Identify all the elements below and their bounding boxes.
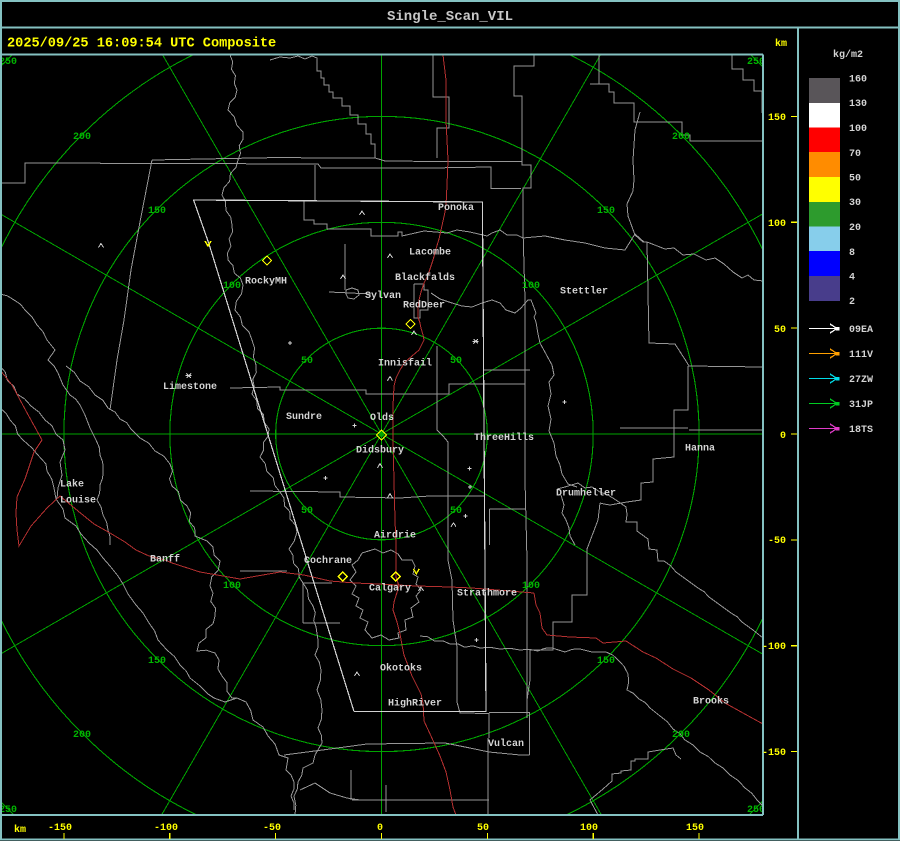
svg-text:Louise: Louise bbox=[60, 495, 96, 507]
svg-text:Calgary: Calgary bbox=[369, 583, 411, 595]
svg-text:km: km bbox=[14, 824, 26, 836]
svg-text:150: 150 bbox=[686, 823, 704, 834]
svg-text:Lake: Lake bbox=[60, 479, 84, 491]
svg-text:100: 100 bbox=[223, 281, 241, 292]
svg-text:100: 100 bbox=[522, 281, 540, 292]
svg-text:Lacombe: Lacombe bbox=[409, 247, 451, 259]
svg-text:30: 30 bbox=[849, 198, 861, 209]
svg-text:Okotoks: Okotoks bbox=[380, 663, 422, 675]
svg-text:150: 150 bbox=[768, 113, 786, 124]
svg-text:50: 50 bbox=[301, 506, 313, 517]
svg-text:Cochrane: Cochrane bbox=[304, 555, 352, 567]
svg-text:Strathmore: Strathmore bbox=[457, 588, 517, 600]
svg-text:150: 150 bbox=[148, 656, 166, 667]
svg-text:2: 2 bbox=[849, 297, 855, 308]
svg-text:-50: -50 bbox=[768, 536, 786, 547]
svg-text:HighRiver: HighRiver bbox=[388, 698, 442, 710]
svg-text:2025/09/25 16:09:54 UTC Compos: 2025/09/25 16:09:54 UTC Composite bbox=[7, 37, 276, 52]
svg-text:Brooks: Brooks bbox=[693, 696, 729, 708]
svg-text:200: 200 bbox=[73, 132, 91, 143]
svg-text:50: 50 bbox=[450, 506, 462, 517]
svg-text:111V: 111V bbox=[849, 350, 873, 361]
svg-text:20: 20 bbox=[849, 223, 861, 234]
svg-text:Sylvan: Sylvan bbox=[365, 290, 401, 302]
svg-text:-150: -150 bbox=[48, 823, 72, 834]
svg-text:Olds: Olds bbox=[370, 412, 394, 424]
svg-text:4: 4 bbox=[849, 273, 855, 284]
svg-text:0: 0 bbox=[780, 431, 786, 442]
svg-text:Banff: Banff bbox=[150, 554, 180, 566]
svg-text:50: 50 bbox=[301, 356, 313, 367]
svg-text:Stettler: Stettler bbox=[560, 286, 608, 298]
svg-text:100: 100 bbox=[849, 124, 867, 135]
svg-text:100: 100 bbox=[522, 581, 540, 592]
svg-text:150: 150 bbox=[148, 206, 166, 217]
svg-text:Limestone: Limestone bbox=[163, 381, 217, 393]
svg-text:Ponoka: Ponoka bbox=[438, 202, 474, 214]
svg-text:Airdrie: Airdrie bbox=[374, 530, 416, 542]
svg-text:8: 8 bbox=[849, 248, 855, 259]
svg-text:200: 200 bbox=[672, 132, 690, 143]
svg-text:100: 100 bbox=[223, 581, 241, 592]
svg-text:Sundre: Sundre bbox=[286, 411, 322, 423]
svg-text:ThreeHills: ThreeHills bbox=[474, 432, 534, 444]
svg-text:27ZW: 27ZW bbox=[849, 375, 873, 386]
svg-text:50: 50 bbox=[450, 356, 462, 367]
svg-text:Didsbury: Didsbury bbox=[356, 445, 404, 457]
svg-text:Vulcan: Vulcan bbox=[488, 738, 524, 750]
svg-text:150: 150 bbox=[597, 656, 615, 667]
svg-text:-100: -100 bbox=[762, 642, 786, 653]
svg-text:18TS: 18TS bbox=[849, 425, 873, 436]
svg-text:Single_Scan_VIL: Single_Scan_VIL bbox=[387, 9, 513, 25]
svg-text:50: 50 bbox=[774, 325, 786, 336]
svg-text:km: km bbox=[775, 38, 787, 50]
svg-text:150: 150 bbox=[597, 206, 615, 217]
svg-text:RockyMH: RockyMH bbox=[245, 276, 287, 288]
svg-text:09EA: 09EA bbox=[849, 325, 873, 336]
svg-text:160: 160 bbox=[849, 75, 867, 86]
svg-text:-50: -50 bbox=[263, 823, 281, 834]
svg-text:-100: -100 bbox=[154, 823, 178, 834]
svg-text:100: 100 bbox=[768, 219, 786, 230]
svg-text:Blackfalds: Blackfalds bbox=[395, 272, 455, 284]
svg-text:100: 100 bbox=[580, 823, 598, 834]
svg-text:Drumheller: Drumheller bbox=[556, 488, 616, 500]
svg-text:31JP: 31JP bbox=[849, 400, 873, 411]
svg-text:kg/m2: kg/m2 bbox=[833, 49, 863, 61]
svg-text:RedDeer: RedDeer bbox=[403, 300, 445, 312]
svg-text:Hanna: Hanna bbox=[685, 444, 715, 455]
svg-text:70: 70 bbox=[849, 149, 861, 160]
svg-text:200: 200 bbox=[672, 730, 690, 741]
svg-text:Innisfail: Innisfail bbox=[378, 358, 432, 370]
svg-text:0: 0 bbox=[377, 823, 383, 834]
svg-text:50: 50 bbox=[849, 174, 861, 185]
svg-text:-150: -150 bbox=[762, 748, 786, 759]
svg-text:50: 50 bbox=[477, 823, 489, 834]
svg-text:250: 250 bbox=[0, 57, 17, 68]
svg-text:200: 200 bbox=[73, 730, 91, 741]
svg-text:130: 130 bbox=[849, 99, 867, 110]
